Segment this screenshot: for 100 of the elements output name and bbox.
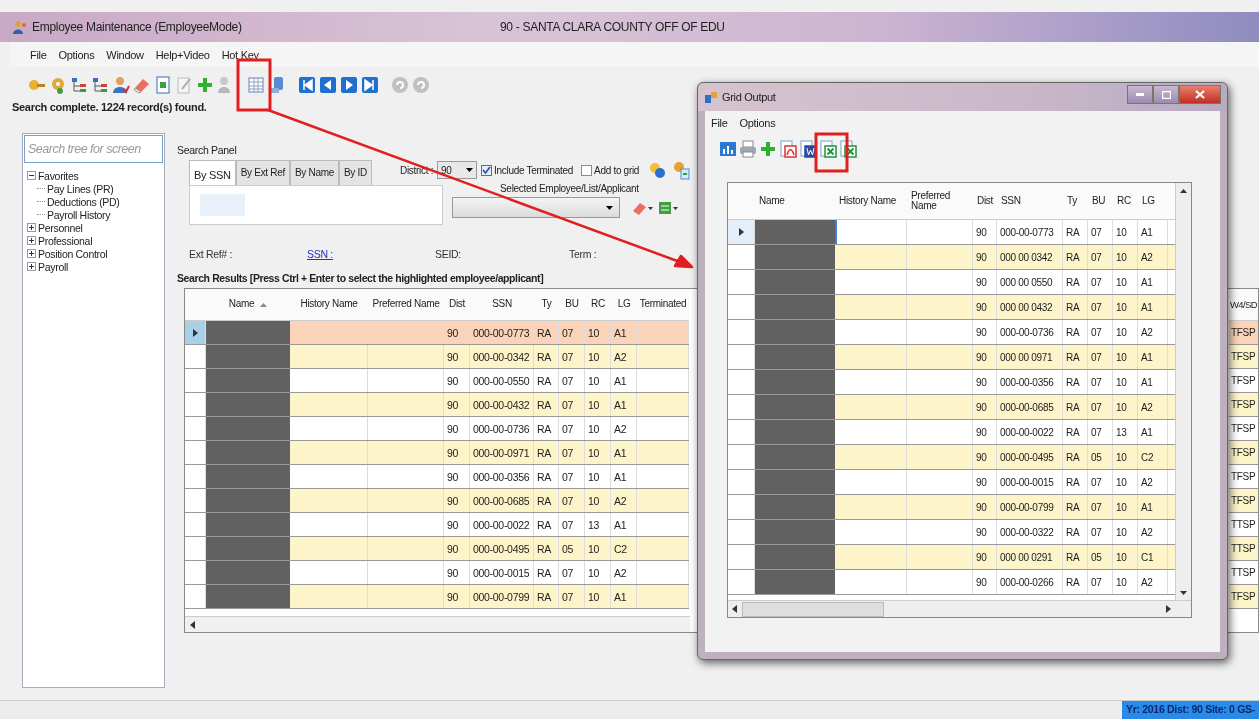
tree-item[interactable]: Professional (38, 234, 93, 247)
grid-icon[interactable] (719, 140, 737, 158)
table-row[interactable]: 90 000-00-0773 RA 07 10 A1 (185, 321, 689, 345)
excel-icon[interactable] (839, 140, 857, 158)
column-header[interactable]: Name (755, 183, 835, 219)
search-field[interactable]: Search tree for screen (24, 135, 163, 163)
table-row[interactable]: 90 000-00-0971 RA 07 10 A1 (185, 441, 689, 465)
eraser-icon[interactable] (133, 76, 151, 94)
column-header[interactable]: Ty (1063, 183, 1088, 219)
table-row[interactable]: 90 000 00 0971 RA 07 10 A1 (728, 345, 1175, 370)
column-header[interactable]: Name (206, 289, 290, 320)
first-icon[interactable] (298, 76, 316, 94)
expand-icon[interactable] (27, 249, 36, 258)
tab[interactable]: By ID (339, 160, 372, 185)
table-row[interactable]: 90 000 00 0342 RA 07 10 A2 (728, 245, 1175, 270)
collapse-icon[interactable] (27, 171, 36, 180)
menu-item[interactable]: File (30, 49, 47, 67)
column-header[interactable]: History Name (290, 289, 368, 320)
table-row[interactable]: 90 000-00-0266 RA 07 10 A2 (728, 570, 1175, 595)
ssn-link[interactable]: SSN : (307, 248, 435, 264)
table-row[interactable]: 90 000 00 0291 RA 05 10 C1 (728, 545, 1175, 570)
plus-icon[interactable] (196, 76, 214, 94)
menu-item[interactable]: Window (106, 49, 144, 67)
vertical-scrollbar[interactable] (1175, 183, 1191, 601)
horizontal-scrollbar[interactable] (728, 600, 1191, 617)
column-header[interactable]: BU (559, 289, 585, 320)
expand-icon[interactable] (27, 223, 36, 232)
menu-item[interactable]: Help+Video (155, 49, 210, 67)
table-row[interactable]: 90 000-00-0736 RA 07 10 A2 (728, 320, 1175, 345)
column-header[interactable]: LG (611, 289, 637, 320)
plus-icon[interactable] (759, 140, 777, 158)
tree-item[interactable]: Position Control (38, 247, 108, 260)
tree-item[interactable]: Payroll (38, 260, 68, 273)
table-row[interactable]: 90 000-00-0550 RA 07 10 A1 (185, 369, 689, 393)
table-row[interactable]: 90 000-00-0342 RA 07 10 A2 (185, 345, 689, 369)
table-row[interactable]: 90 000-00-0432 RA 07 10 A1 (185, 393, 689, 417)
district-dropdown[interactable]: 90 (437, 161, 478, 179)
table-row[interactable]: 90 000-00-0022 RA 07 13 A1 (728, 420, 1175, 445)
checkbox[interactable] (581, 164, 593, 176)
column-header[interactable]: SSN (997, 183, 1063, 219)
column-header[interactable]: Dist (973, 183, 997, 219)
tree-item[interactable]: Deductions (PD) (47, 195, 120, 208)
table-row[interactable]: 90 000-00-0799 RA 07 10 A1 (185, 585, 689, 609)
previous-icon[interactable] (319, 76, 337, 94)
tree-item[interactable]: Personnel (38, 221, 83, 234)
next-icon[interactable] (340, 76, 358, 94)
menu-item[interactable]: Options (739, 117, 776, 132)
org-chart-icon[interactable] (91, 76, 109, 94)
employee-list-dropdown[interactable] (452, 197, 620, 218)
column-header[interactable]: History Name (835, 183, 907, 219)
table-row[interactable]: 90 000-00-0322 RA 07 10 A2 (728, 520, 1175, 545)
column-header[interactable]: LG (1138, 183, 1168, 219)
tab[interactable]: By Ext Ref (235, 160, 290, 185)
export-icon[interactable] (658, 199, 680, 216)
org-chart-icon[interactable] (70, 76, 88, 94)
tab[interactable]: By Name (289, 160, 339, 185)
table-row[interactable]: 90 000-00-0736 RA 07 10 A2 (185, 417, 689, 441)
scroll-right-icon[interactable] (1165, 605, 1171, 613)
menu-item[interactable]: Options (58, 49, 95, 67)
excel-icon[interactable] (819, 140, 837, 158)
horizontal-scrollbar[interactable] (185, 616, 690, 632)
column-header[interactable]: BU (1088, 183, 1113, 219)
column-header[interactable]: Preferred Name (368, 289, 444, 320)
user-icon[interactable] (112, 76, 130, 94)
printer-icon[interactable] (739, 140, 757, 158)
column-header[interactable]: W4/SD (1229, 289, 1258, 320)
column-header[interactable]: SSN (470, 289, 534, 320)
table-row[interactable]: 90 000-00-0495 RA 05 10 C2 (728, 445, 1175, 470)
expand-icon[interactable] (27, 262, 36, 271)
table-row[interactable]: 90 000 00 0550 RA 07 10 A1 (728, 270, 1175, 295)
table-row[interactable]: 90 000-00-0022 RA 07 13 A1 (185, 513, 689, 537)
checkbox[interactable] (481, 164, 493, 176)
expand-icon[interactable] (27, 236, 36, 245)
table-row[interactable]: 90 000-00-0495 RA 05 10 C2 (185, 537, 689, 561)
column-header[interactable]: RC (585, 289, 611, 320)
tree-item[interactable]: Payroll History (47, 208, 111, 221)
table-row[interactable]: 90 000-00-0685 RA 07 10 A2 (728, 395, 1175, 420)
tab[interactable]: By SSN (189, 160, 236, 185)
document-icon[interactable] (154, 76, 172, 94)
word-icon[interactable] (799, 140, 817, 158)
table-row[interactable]: 90 000-00-0799 RA 07 10 A1 (728, 495, 1175, 520)
column-header[interactable]: RC (1113, 183, 1138, 219)
last-icon[interactable] (361, 76, 379, 94)
table-row[interactable]: 90 000-00-0356 RA 07 10 A1 (185, 465, 689, 489)
scroll-left-icon[interactable] (732, 605, 738, 613)
table-row[interactable]: 90 000-00-0356 RA 07 10 A1 (728, 370, 1175, 395)
table-row[interactable]: 90 000-00-0015 RA 07 10 A2 (185, 561, 689, 585)
minimize-button[interactable] (1127, 85, 1153, 104)
column-header[interactable]: Dist (444, 289, 470, 320)
table-row[interactable]: 90 000-00-0773 RA 07 10 A1 (728, 220, 1175, 245)
column-header[interactable]: Terminated (637, 289, 689, 320)
scroll-down-icon[interactable] (1180, 591, 1187, 595)
table-row[interactable]: 90 000-00-0015 RA 07 10 A2 (728, 470, 1175, 495)
table-row[interactable]: 90 000 00 0432 RA 07 10 A1 (728, 295, 1175, 320)
maximize-button[interactable] (1153, 85, 1179, 104)
tree-item[interactable]: Pay Lines (PR) (47, 182, 114, 195)
tree-item[interactable]: Favorites (38, 169, 79, 182)
pdf-icon[interactable] (779, 140, 797, 158)
column-header[interactable]: Preferred Name (907, 183, 973, 219)
table-row[interactable]: 90 000-00-0685 RA 07 10 A2 (185, 489, 689, 513)
